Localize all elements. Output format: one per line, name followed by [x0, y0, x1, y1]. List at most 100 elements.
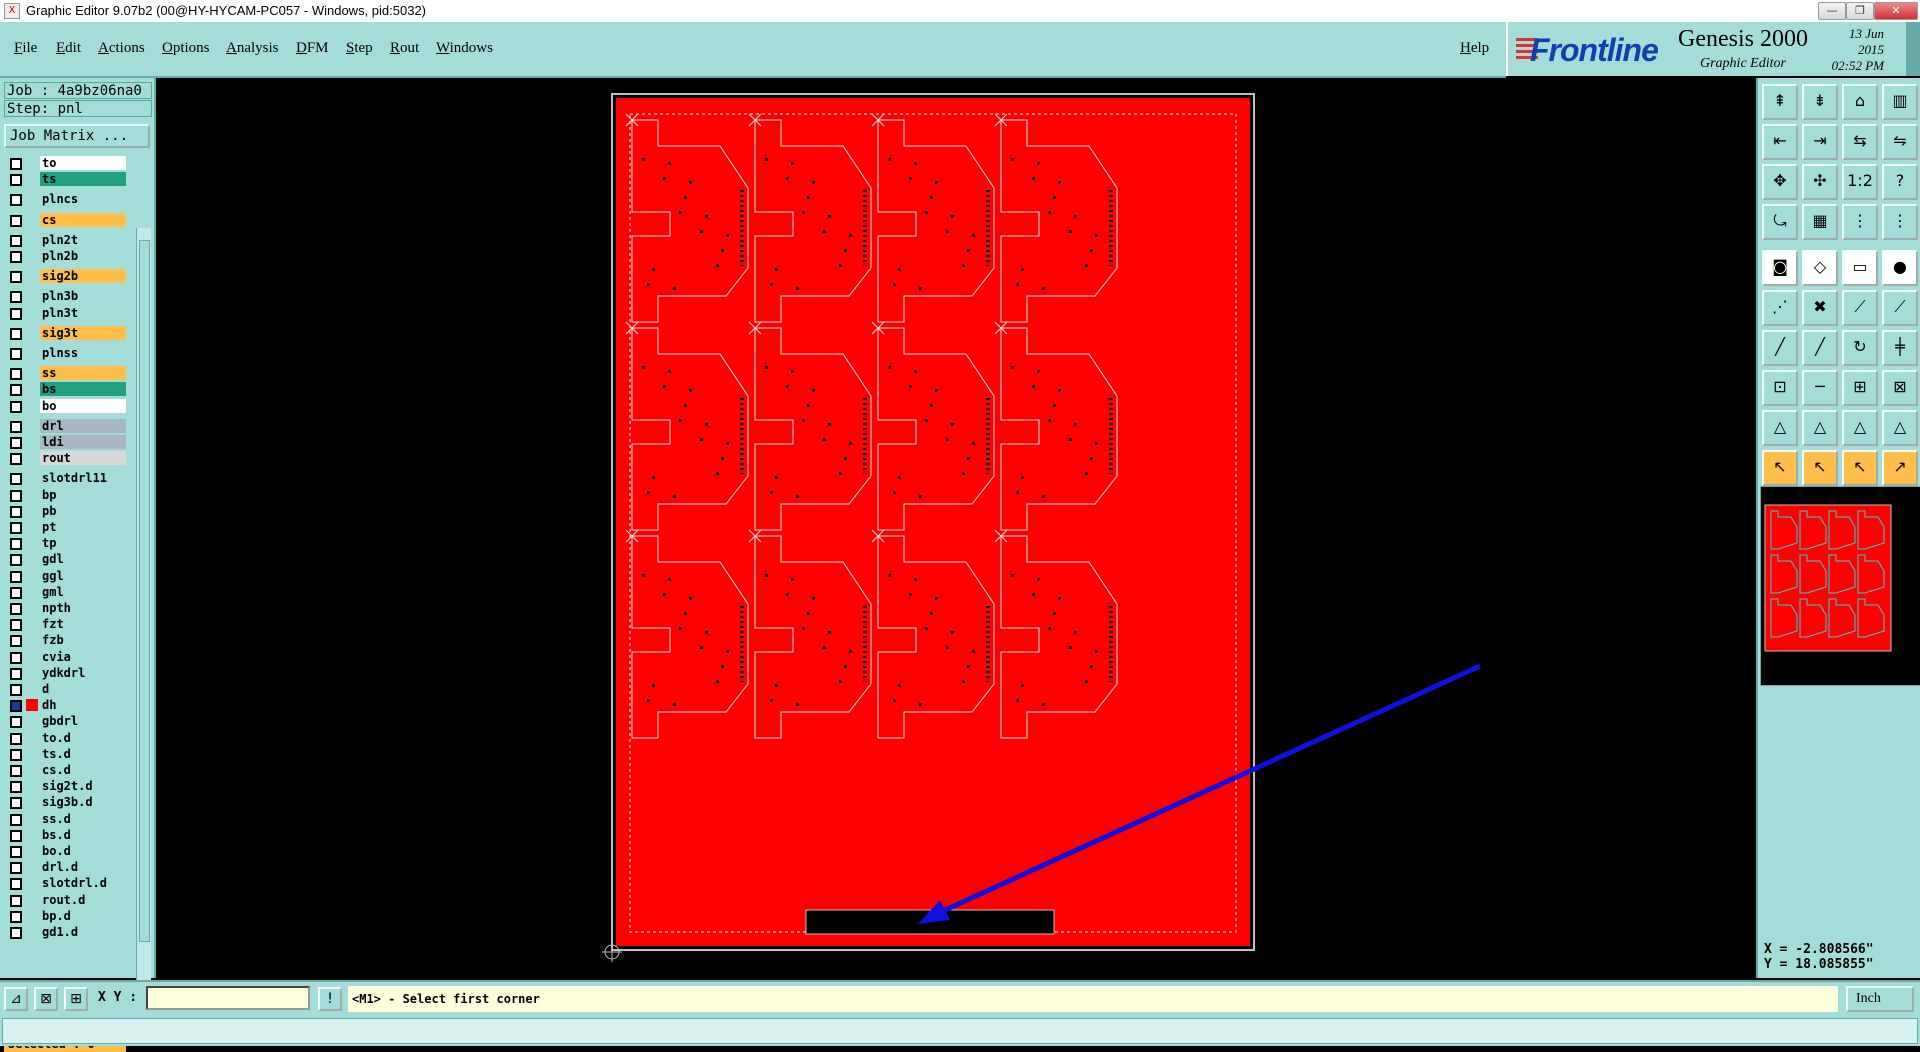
- layer-name[interactable]: ss: [40, 366, 126, 381]
- layer-checkbox[interactable]: [10, 214, 22, 227]
- layer-checkbox[interactable]: [10, 765, 22, 777]
- layer-name[interactable]: sig3t: [40, 325, 126, 340]
- tool-button[interactable]: ▭: [1842, 250, 1878, 286]
- grid-icon[interactable]: ⊞: [64, 987, 88, 1011]
- layer-row[interactable]: bs.d: [6, 827, 126, 842]
- layer-row[interactable]: sig2b: [6, 269, 126, 284]
- layer-name[interactable]: rout.d: [40, 892, 126, 907]
- tool-button[interactable]: ↖: [1802, 450, 1838, 486]
- tool-button[interactable]: ▥: [1882, 84, 1918, 120]
- tool-button[interactable]: ↻: [1842, 330, 1878, 366]
- layer-checkbox[interactable]: [10, 635, 22, 648]
- layer-row[interactable]: pln3t: [6, 305, 126, 320]
- layer-row[interactable]: cvia: [6, 649, 126, 664]
- tool-button[interactable]: ⋮: [1842, 204, 1878, 240]
- tool-button[interactable]: ◇: [1802, 250, 1838, 286]
- layer-row[interactable]: slotdrl11: [6, 471, 126, 486]
- layer-checkbox[interactable]: [10, 927, 22, 939]
- menu-rout[interactable]: Rout: [390, 40, 419, 57]
- layer-name[interactable]: gdl: [40, 552, 126, 567]
- layer-row[interactable]: gdl: [6, 552, 126, 567]
- layer-row[interactable]: ts.d: [6, 746, 126, 761]
- layer-row[interactable]: gml: [6, 584, 126, 599]
- layer-row[interactable]: tp: [6, 536, 126, 551]
- layer-row[interactable]: ss.d: [6, 811, 126, 826]
- layer-row[interactable]: bo.d: [6, 844, 126, 858]
- layer-row[interactable]: rout: [6, 451, 126, 466]
- tool-button[interactable]: △: [1882, 410, 1918, 446]
- layer-checkbox[interactable]: [10, 348, 22, 360]
- layer-name[interactable]: slotdrl11: [40, 471, 126, 486]
- tool-button[interactable]: ╱: [1762, 330, 1798, 366]
- layer-row[interactable]: pt: [6, 520, 126, 534]
- layer-row[interactable]: bp.d: [6, 908, 126, 923]
- layer-row[interactable]: pb: [6, 503, 126, 518]
- snap-icon[interactable]: ⊿: [4, 987, 28, 1011]
- tool-button[interactable]: ↗: [1882, 450, 1918, 486]
- measure-icon[interactable]: ⊠: [34, 987, 58, 1011]
- layer-row[interactable]: sig3b.d: [6, 795, 126, 810]
- layer-checkbox[interactable]: [10, 194, 22, 207]
- layer-name[interactable]: bp: [40, 487, 126, 502]
- tool-button[interactable]: △: [1762, 410, 1798, 446]
- layer-row[interactable]: cs: [6, 212, 126, 227]
- layer-checkbox[interactable]: [10, 327, 22, 340]
- layer-name[interactable]: gbdrl: [40, 714, 126, 729]
- layer-checkbox[interactable]: [10, 684, 22, 696]
- tool-button[interactable]: ⇋: [1882, 124, 1918, 160]
- layer-checkbox[interactable]: [10, 158, 22, 170]
- close-button[interactable]: ✕: [1874, 2, 1918, 20]
- layer-row[interactable]: slotdrl.d: [6, 876, 126, 891]
- layer-row[interactable]: pln2b: [6, 249, 126, 263]
- tool-button[interactable]: ⊡: [1762, 370, 1798, 406]
- layer-row[interactable]: drl: [6, 418, 126, 433]
- layer-name[interactable]: pln3t: [40, 305, 126, 320]
- layer-name[interactable]: drl: [40, 418, 126, 433]
- layer-name[interactable]: fzt: [40, 617, 126, 632]
- layer-name[interactable]: to.d: [40, 730, 126, 745]
- layer-checkbox[interactable]: [10, 251, 22, 263]
- layer-checkbox[interactable]: [10, 368, 22, 381]
- alert-icon[interactable]: !: [318, 987, 342, 1011]
- layer-row[interactable]: to: [6, 156, 126, 170]
- layer-checkbox[interactable]: [10, 748, 22, 761]
- layer-row[interactable]: d: [6, 682, 126, 696]
- layer-row[interactable]: pln2t: [6, 232, 126, 247]
- layer-checkbox[interactable]: [10, 586, 22, 599]
- layer-row[interactable]: fzb: [6, 633, 126, 648]
- tool-button[interactable]: ✣: [1802, 164, 1838, 200]
- layer-checkbox[interactable]: [10, 829, 22, 842]
- tool-button[interactable]: ⋮: [1882, 204, 1918, 240]
- layer-name[interactable]: sig2b: [40, 269, 126, 284]
- menu-edit[interactable]: Edit: [56, 40, 81, 57]
- layer-checkbox[interactable]: [10, 453, 22, 466]
- layer-checkbox[interactable]: [10, 910, 22, 923]
- layer-name[interactable]: sig3b.d: [40, 795, 126, 810]
- layer-checkbox[interactable]: [10, 700, 22, 713]
- menu-options[interactable]: Options: [162, 40, 210, 57]
- layer-row[interactable]: sig2t.d: [6, 779, 126, 794]
- xy-input[interactable]: [146, 986, 310, 1010]
- layer-checkbox[interactable]: [10, 522, 22, 534]
- layer-name[interactable]: cvia: [40, 649, 126, 664]
- layer-checkbox[interactable]: [10, 732, 22, 745]
- menu-actions[interactable]: Actions: [98, 40, 145, 57]
- layer-scrollbar[interactable]: [136, 228, 151, 1030]
- layer-row[interactable]: to.d: [6, 730, 126, 745]
- layer-name[interactable]: pb: [40, 503, 126, 518]
- tool-button[interactable]: ⇆: [1842, 124, 1878, 160]
- tool-button[interactable]: ⌂: [1842, 84, 1878, 120]
- layer-checkbox[interactable]: [10, 878, 22, 891]
- layer-name[interactable]: pln3b: [40, 289, 126, 304]
- tool-button[interactable]: ▦: [1802, 204, 1838, 240]
- tool-button[interactable]: ⇥: [1802, 124, 1838, 160]
- tool-button[interactable]: ╱: [1802, 330, 1838, 366]
- layer-checkbox[interactable]: [10, 420, 22, 433]
- minimize-button[interactable]: —: [1818, 2, 1846, 20]
- layer-name[interactable]: bp.d: [40, 908, 126, 923]
- layer-checkbox[interactable]: [10, 797, 22, 810]
- tool-button[interactable]: ⤿: [1762, 204, 1798, 240]
- layer-name[interactable]: plnss: [40, 346, 126, 360]
- layer-name[interactable]: dh: [40, 698, 126, 713]
- panel-drawing[interactable]: [156, 78, 1754, 978]
